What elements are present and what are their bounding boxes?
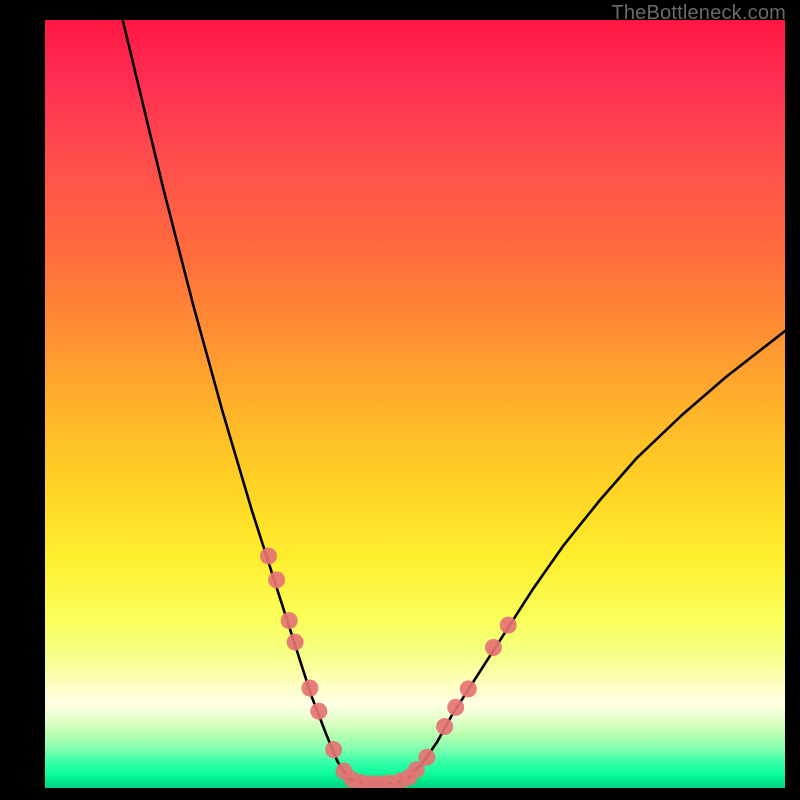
watermark-text: TheBottleneck.com <box>611 2 786 25</box>
gradient-background <box>45 20 785 788</box>
chart-frame: TheBottleneck.com <box>0 0 800 800</box>
